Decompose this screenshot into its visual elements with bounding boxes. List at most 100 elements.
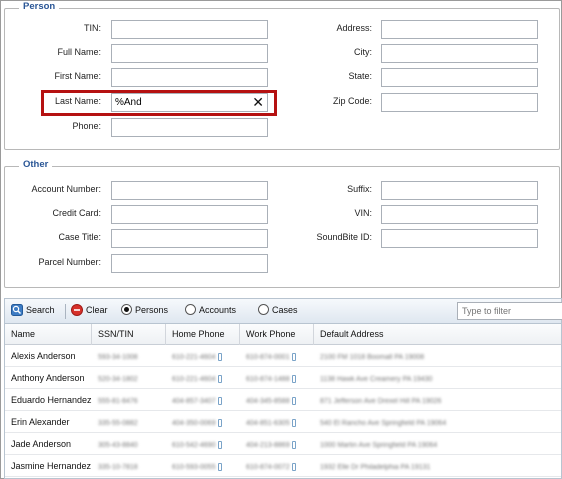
- filter-input[interactable]: [457, 302, 562, 320]
- cases-radio-label: Cases: [272, 304, 298, 315]
- cell-name: Erin Alexander: [5, 411, 92, 433]
- cell-ssn: 555-81-8476: [92, 389, 166, 411]
- full-name-label: Full Name:: [57, 47, 101, 57]
- cell-name-text: Alexis Anderson: [11, 351, 76, 361]
- search-button-label: Search: [26, 305, 55, 315]
- cell-home-phone: 610-593-0055: [166, 455, 240, 477]
- cell-address-text: 1932 Elle Dr Philadelphia PA 19131: [320, 464, 431, 471]
- last-name-wrapper: ✕: [111, 93, 268, 112]
- results-panel: Search Clear Persons Accounts Cases Name…: [4, 298, 562, 479]
- cell-ssn-text: 555-81-8476: [98, 398, 138, 405]
- column-header-work-phone[interactable]: Work Phone: [240, 324, 314, 345]
- phone-icon[interactable]: [291, 352, 296, 361]
- cell-address-text: 871 Jefferson Ave Drexel Hill PA 19026: [320, 398, 442, 405]
- cell-home-phone-text: 610-542-4690: [172, 442, 216, 449]
- first-name-field[interactable]: [111, 68, 268, 87]
- phone-icon[interactable]: [217, 418, 222, 427]
- vin-field[interactable]: [381, 205, 538, 224]
- cell-home-phone: 610-221-4604: [166, 345, 240, 367]
- cell-ssn: 593-34-1008: [92, 345, 166, 367]
- cell-work-phone: 404-851-6305: [240, 411, 314, 433]
- cell-home-phone-text: 404-350-0069: [172, 420, 216, 427]
- last-name-field[interactable]: [111, 93, 268, 112]
- results-toolbar: Search Clear Persons Accounts Cases: [5, 299, 562, 324]
- table-row[interactable]: Alexis Anderson 593-34-1008 610-221-4604 61…: [5, 345, 561, 367]
- persons-radio-label: Persons: [135, 304, 169, 315]
- phone-icon[interactable]: [291, 396, 296, 405]
- account-number-label: Account Number:: [31, 184, 101, 194]
- cell-address: 1138 Hawk Ave Creamery PA 19430: [314, 367, 562, 389]
- cell-name: Anthony Anderson: [5, 367, 92, 389]
- credit-card-field[interactable]: [111, 205, 268, 224]
- clear-button[interactable]: Clear: [71, 304, 108, 316]
- cases-radio[interactable]: Cases: [258, 304, 298, 315]
- table-row[interactable]: Anthony Anderson 520-34-1802 610-221-4604 6…: [5, 367, 561, 389]
- accounts-radio[interactable]: Accounts: [185, 304, 236, 315]
- tin-field[interactable]: [111, 20, 268, 39]
- soundbite-id-label: SoundBite ID:: [316, 232, 372, 242]
- cell-address-text: 1000 Martin Ave Springfield PA 19064: [320, 442, 438, 449]
- cell-address: 1932 Elle Dr Philadelphia PA 19131: [314, 455, 562, 477]
- cell-work-phone-text: 610-874-0072: [246, 464, 290, 471]
- cell-ssn: 520-34-1802: [92, 367, 166, 389]
- full-name-field[interactable]: [111, 44, 268, 63]
- credit-card-label: Credit Card:: [52, 208, 101, 218]
- vin-label: VIN:: [354, 208, 372, 218]
- column-header-name[interactable]: Name: [5, 324, 92, 345]
- clear-field-icon[interactable]: ✕: [252, 94, 264, 110]
- phone-field[interactable]: [111, 118, 268, 137]
- zip-label: Zip Code:: [332, 96, 372, 106]
- cell-name-text: Anthony Anderson: [11, 373, 85, 383]
- table-row[interactable]: Jasmine Hernandez 335-10-7818 610-593-0055…: [5, 455, 561, 477]
- cell-address: 1000 Martin Ave Springfield PA 19064: [314, 433, 562, 455]
- phone-icon[interactable]: [217, 440, 222, 449]
- cell-name-text: Jasmine Hernandez: [11, 461, 92, 471]
- phone-icon[interactable]: [217, 374, 222, 383]
- search-button[interactable]: Search: [11, 304, 55, 316]
- zip-field[interactable]: [381, 93, 538, 112]
- table-row[interactable]: Jade Anderson 305-43-8840 610-542-4690 404-…: [5, 433, 561, 455]
- address-field[interactable]: [381, 20, 538, 39]
- column-header-home-phone[interactable]: Home Phone: [166, 324, 240, 345]
- state-label: State:: [348, 71, 372, 81]
- phone-icon[interactable]: [291, 462, 296, 471]
- account-number-field[interactable]: [111, 181, 268, 200]
- cell-name: Alexis Anderson: [5, 345, 92, 367]
- cell-home-phone: 610-542-4690: [166, 433, 240, 455]
- parcel-number-field[interactable]: [111, 254, 268, 273]
- phone-icon[interactable]: [217, 462, 222, 471]
- city-label: City:: [354, 47, 372, 57]
- accounts-radio-label: Accounts: [199, 304, 237, 315]
- cell-home-phone: 404-350-0069: [166, 411, 240, 433]
- state-field[interactable]: [381, 68, 538, 87]
- phone-icon[interactable]: [291, 374, 296, 383]
- cell-name: Eduardo Hernandez: [5, 389, 92, 411]
- persons-radio[interactable]: Persons: [121, 304, 168, 315]
- table-row[interactable]: Eduardo Hernandez 555-81-8476 404-857-3407…: [5, 389, 561, 411]
- cell-name-text: Jade Anderson: [11, 439, 72, 449]
- cell-work-phone: 610-874-0001: [240, 345, 314, 367]
- column-header-address[interactable]: Default Address: [314, 324, 562, 345]
- phone-icon[interactable]: [217, 352, 222, 361]
- table-row[interactable]: Erin Alexander 335-55-0882 404-350-0069 404…: [5, 411, 561, 433]
- tin-label: TIN:: [84, 23, 101, 33]
- city-field[interactable]: [381, 44, 538, 63]
- column-header-ssn[interactable]: SSN/TIN: [92, 324, 166, 345]
- cell-work-phone-text: 404-213-8869: [246, 442, 290, 449]
- cell-home-phone: 610-221-4604: [166, 367, 240, 389]
- cell-ssn-text: 305-43-8840: [98, 442, 138, 449]
- cell-home-phone-text: 610-593-0055: [172, 464, 216, 471]
- cell-address: 2100 FM 1018 Boomall PA 19008: [314, 345, 562, 367]
- toolbar-separator: [65, 304, 66, 319]
- suffix-field[interactable]: [381, 181, 538, 200]
- case-title-field[interactable]: [111, 229, 268, 248]
- phone-icon[interactable]: [291, 440, 296, 449]
- soundbite-id-field[interactable]: [381, 229, 538, 248]
- cell-work-phone: 610-874-0072: [240, 455, 314, 477]
- search-icon: [11, 304, 23, 316]
- cell-work-phone: 404-345-8588: [240, 389, 314, 411]
- other-legend: Other: [19, 159, 53, 170]
- cell-home-phone: 404-857-3407: [166, 389, 240, 411]
- phone-icon[interactable]: [217, 396, 222, 405]
- phone-icon[interactable]: [291, 418, 296, 427]
